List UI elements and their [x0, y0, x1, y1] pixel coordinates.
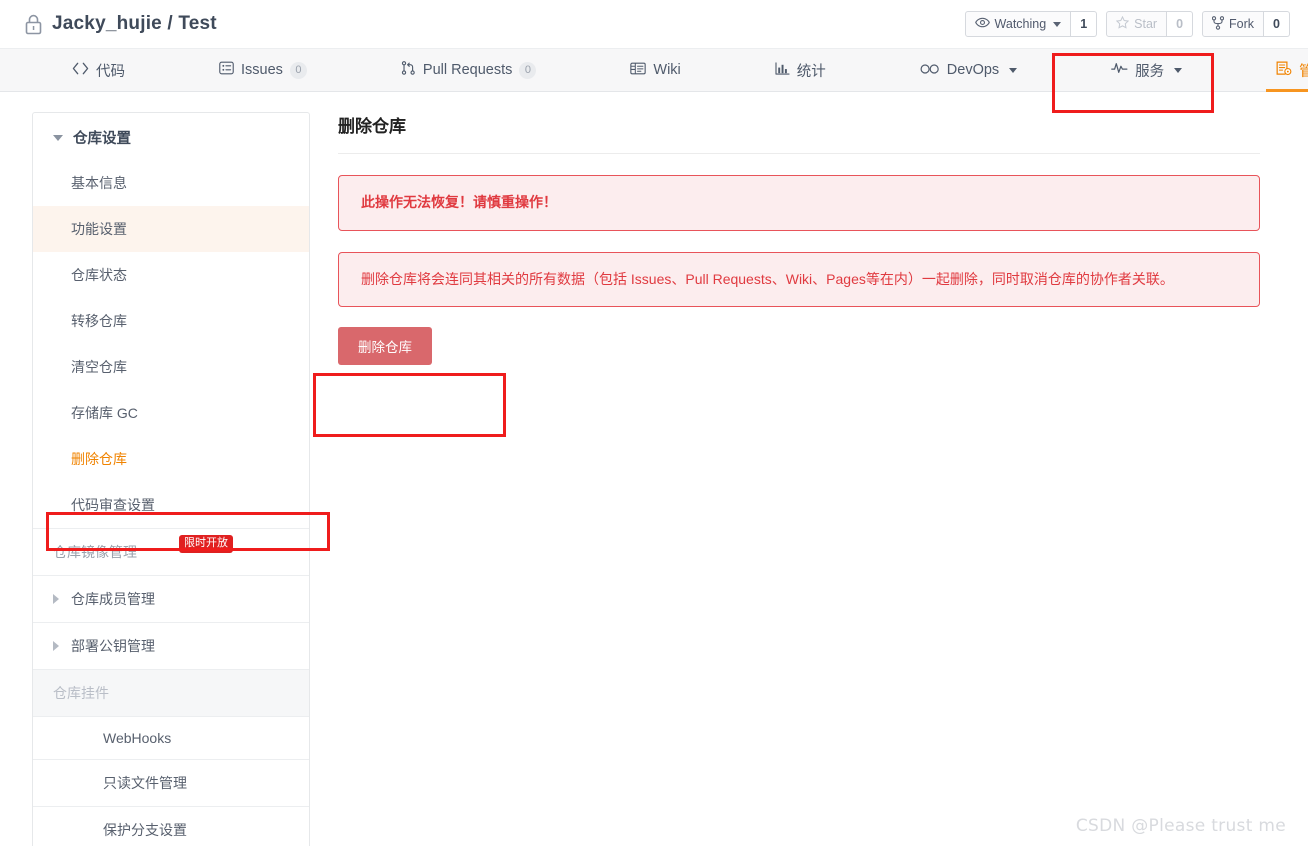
sidebar-item-label: WebHooks — [103, 730, 172, 746]
tab-service-label: 服务 — [1135, 63, 1165, 80]
fork-label: Fork — [1229, 17, 1255, 31]
sidebar-item-label: 部署公钥管理 — [71, 638, 155, 654]
chevron-down-icon — [1174, 67, 1183, 73]
star-button-group[interactable]: Star 0 — [1106, 11, 1194, 37]
tab-devops-label: DevOps — [946, 62, 1000, 78]
code-icon — [72, 62, 89, 79]
sidebar-item-label: 功能设置 — [71, 221, 127, 237]
sidebar-item-code-review-settings[interactable]: 代码审查设置 — [33, 482, 309, 528]
tab-manage-label: 管理 — [1299, 63, 1308, 80]
sidebar-item-empty-repo[interactable]: 清空仓库 — [33, 344, 309, 390]
sidebar-item-label: 删除仓库 — [71, 451, 127, 467]
fork-icon — [1211, 15, 1225, 33]
page-body: 仓库设置 基本信息 功能设置 仓库状态 转移仓库 清空仓库 存储库 GC 删除仓… — [0, 92, 1308, 846]
tab-wiki[interactable]: Wiki — [620, 49, 690, 91]
sidebar-item-repo-status[interactable]: 仓库状态 — [33, 252, 309, 298]
star-button[interactable]: Star — [1106, 11, 1168, 37]
sidebar-item-label: 仓库状态 — [71, 267, 127, 283]
sidebar-item-label: 存储库 GC — [71, 405, 138, 421]
sidebar-item-label: 清空仓库 — [71, 359, 127, 375]
sidebar-item-label: 保护分支设置 — [103, 822, 187, 838]
limited-time-badge: 限时开放 — [179, 535, 233, 553]
repo-nav: 代码 Issues 0 Pull Requests 0 Wiki 统计 DevO… — [0, 48, 1308, 113]
tab-service[interactable]: 服务 — [1101, 49, 1192, 91]
sidebar-item-label: 转移仓库 — [71, 313, 127, 329]
chevron-right-icon — [53, 594, 59, 604]
sidebar-item-basic-info[interactable]: 基本信息 — [33, 160, 309, 206]
sidebar-item-repo-widget: 仓库挂件 — [33, 669, 309, 716]
tab-devops[interactable]: DevOps — [910, 49, 1027, 91]
settings-sidebar: 仓库设置 基本信息 功能设置 仓库状态 转移仓库 清空仓库 存储库 GC 删除仓… — [32, 112, 310, 846]
sidebar-group-label: 仓库设置 — [73, 131, 131, 147]
eye-icon — [974, 17, 990, 31]
tab-pull-requests-count: 0 — [519, 61, 537, 79]
sidebar-item-label: 只读文件管理 — [103, 775, 187, 791]
wiki-icon — [630, 62, 647, 79]
sidebar-item-transfer-repo[interactable]: 转移仓库 — [33, 298, 309, 344]
tab-code[interactable]: 代码 — [62, 49, 135, 91]
watermark: CSDN @Please trust me — [1075, 816, 1286, 836]
delete-repo-button[interactable]: 删除仓库 — [338, 327, 432, 366]
chevron-down-icon — [1009, 67, 1018, 73]
star-label: Star — [1134, 17, 1158, 31]
watch-count: 1 — [1071, 11, 1098, 37]
tab-pull-requests-label: Pull Requests — [422, 62, 513, 78]
fork-button[interactable]: Fork — [1202, 11, 1265, 37]
sidebar-item-label: 代码审查设置 — [71, 497, 155, 513]
devops-icon — [920, 62, 940, 78]
tab-code-label: 代码 — [96, 63, 125, 80]
chart-icon — [775, 61, 790, 79]
fork-count: 0 — [1264, 11, 1290, 37]
star-count: 0 — [1167, 11, 1194, 37]
sidebar-item-label: 仓库镜像管理 — [53, 544, 137, 560]
sidebar-item-member-management[interactable]: 仓库成员管理 — [33, 575, 309, 622]
issues-icon — [219, 61, 234, 79]
watch-label: Watching — [994, 17, 1047, 31]
manage-icon — [1276, 61, 1292, 80]
repo-title: Jacky_hujie / Test — [24, 13, 217, 35]
pull-request-icon — [401, 61, 416, 79]
chevron-down-icon — [1053, 21, 1062, 27]
service-icon — [1111, 62, 1128, 78]
repo-title-text: Jacky_hujie / Test — [52, 13, 217, 34]
lock-icon — [24, 13, 43, 35]
sidebar-item-label: 仓库挂件 — [53, 685, 109, 701]
sidebar-item-label: 基本信息 — [71, 175, 127, 191]
sidebar-item-mirror-management[interactable]: 仓库镜像管理 限时开放 — [33, 528, 309, 575]
main-content: 删除仓库 此操作无法恢复！请慎重操作！ 删除仓库将会连同其相关的所有数据（包括 … — [338, 112, 1260, 366]
chevron-right-icon — [53, 641, 59, 651]
sidebar-item-delete-repo[interactable]: 删除仓库 — [33, 436, 309, 482]
chevron-down-icon — [53, 134, 63, 141]
sidebar-item-feature-settings[interactable]: 功能设置 — [33, 206, 309, 252]
fork-button-group[interactable]: Fork 0 — [1202, 11, 1290, 37]
tab-pull-requests[interactable]: Pull Requests 0 — [391, 49, 546, 91]
watch-button[interactable]: Watching — [964, 11, 1072, 37]
tab-issues-label: Issues — [241, 62, 283, 78]
delete-button-row: 删除仓库 — [338, 327, 1260, 366]
tab-wiki-label: Wiki — [653, 62, 681, 78]
page-title: 删除仓库 — [338, 112, 1260, 154]
sidebar-group-repo-settings[interactable]: 仓库设置 — [33, 113, 309, 160]
star-icon — [1115, 15, 1130, 32]
annotation-box-delete-button — [313, 373, 506, 437]
alert-delete-details: 删除仓库将会连同其相关的所有数据（包括 Issues、Pull Requests… — [338, 251, 1260, 308]
watch-button-group[interactable]: Watching 1 — [964, 11, 1098, 37]
tab-manage[interactable]: 管理 — [1266, 49, 1308, 92]
tab-statistics[interactable]: 统计 — [765, 49, 836, 91]
alert-irreversible: 此操作无法恢复！请慎重操作！ — [338, 175, 1260, 231]
sidebar-item-protected-branches[interactable]: 保护分支设置 — [33, 806, 309, 846]
sidebar-item-label: 仓库成员管理 — [71, 591, 155, 607]
sidebar-item-deploy-key-management[interactable]: 部署公钥管理 — [33, 622, 309, 669]
tab-issues-count: 0 — [289, 61, 307, 79]
sidebar-item-webhooks[interactable]: WebHooks — [33, 716, 309, 759]
tab-statistics-label: 统计 — [796, 63, 826, 80]
repo-header: Jacky_hujie / Test Watching 1 Star 0 For… — [0, 0, 1308, 48]
sidebar-item-storage-gc[interactable]: 存储库 GC — [33, 390, 309, 436]
sidebar-item-readonly-files[interactable]: 只读文件管理 — [33, 759, 309, 806]
tab-issues[interactable]: Issues 0 — [209, 49, 317, 91]
